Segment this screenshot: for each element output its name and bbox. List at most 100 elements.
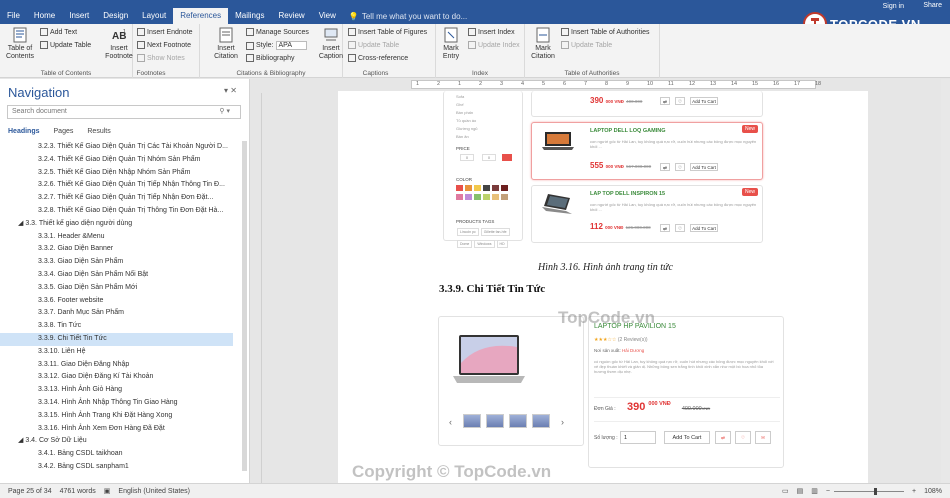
product-card-3: LAP TOP DELL INSPIRON 15 New con người g… (531, 185, 763, 243)
update-index-button[interactable]: Update Index (468, 41, 520, 49)
filter-item: Sofa (456, 94, 465, 99)
status-page-count[interactable]: Page 25 of 34 (8, 488, 52, 495)
nav-heading-item[interactable]: 3.2.4. Thiết Kế Giao Diện Quản Trị Nhóm … (0, 154, 249, 167)
nav-heading-item[interactable]: 3.2.3. Thiết Kế Giao Diện Quản Trị Các T… (0, 141, 249, 154)
document-page[interactable]: Sofa Ghế Bàn phấn Tủ quần áo Giường ngủ Bàn ă… (338, 91, 868, 483)
tab-file[interactable]: File (0, 8, 27, 24)
nav-heading-text: 3.3.8. Tin Tức (38, 322, 82, 330)
tab-design[interactable]: Design (96, 8, 135, 24)
bibliography-button[interactable]: Bibliography (246, 54, 295, 62)
navigation-close-icon[interactable]: ▾ ✕ (224, 86, 237, 95)
nav-heading-text: 3.2.8. Thiết Kế Giao Diện Quản Trị Thông… (38, 206, 224, 214)
nav-tab-headings[interactable]: Headings (8, 128, 40, 135)
nav-heading-item[interactable]: 3.4.2. Bảng CSDL sanpham1 (0, 461, 249, 474)
nav-heading-item[interactable]: ◢ 3.3. Thiết kế giao diện người dùng (0, 218, 249, 231)
proofing-icon[interactable]: ▣ (104, 487, 111, 495)
insert-tof-button[interactable]: Insert Table of Figures (348, 28, 427, 36)
detail-origin: Nơi sản xuất: Hải Dương (594, 348, 644, 353)
tab-insert[interactable]: Insert (62, 8, 96, 24)
nav-heading-text: 3.2.3. Thiết Kế Giao Diện Quản Trị Các T… (38, 143, 228, 150)
tab-mailings[interactable]: Mailings (228, 8, 271, 24)
insert-toa-button[interactable]: Insert Table of Authorities (561, 28, 649, 36)
share-button[interactable]: Share (923, 2, 942, 9)
update-tof-button[interactable]: Update Table (348, 41, 399, 49)
citation-icon (219, 27, 233, 43)
insert-citation-button[interactable]: Insert Citation (208, 27, 244, 61)
detail-origin-label: Nơi sản xuất: (594, 348, 621, 353)
zoom-slider-thumb[interactable] (874, 487, 877, 495)
next-footnote-button[interactable]: Next Footnote (137, 41, 191, 49)
tab-review[interactable]: Review (271, 8, 311, 24)
show-notes-button[interactable]: Show Notes (137, 54, 185, 62)
nav-heading-text: 3.2.6. Thiết Kế Giao Diện Quản Trị Tiếp … (38, 181, 225, 189)
web-layout-icon[interactable]: ▥ (811, 487, 818, 495)
vertical-ruler[interactable] (252, 93, 262, 483)
mark-entry-button[interactable]: Mark Entry (437, 27, 465, 61)
nav-heading-item[interactable]: 3.3.10. Liên Hệ (0, 346, 249, 359)
tab-view[interactable]: View (312, 8, 343, 24)
nav-heading-item[interactable]: 3.3.5. Giao Diện Sản Phẩm Mới (0, 282, 249, 295)
nav-heading-item[interactable]: 3.3.7. Danh Mục Sản Phẩm (0, 307, 249, 320)
thumbnail (532, 414, 550, 428)
horizontal-ruler[interactable]: 1 2 1 2 3 4 5 6 7 8 9 10 11 12 13 14 15 16 17 18 (251, 79, 950, 90)
nav-heading-item[interactable]: 3.3.9. Chi Tiết Tin Tức (0, 332, 233, 346)
zoom-out-icon[interactable]: − (826, 488, 830, 495)
nav-heading-item[interactable]: 3.3.15. Hình Ảnh Trang Khi Đặt Hàng Xong (0, 410, 249, 423)
toc-button[interactable]: Table of Contents (3, 27, 37, 61)
status-language[interactable]: English (United States) (118, 488, 190, 495)
cross-reference-button[interactable]: Cross-reference (348, 54, 408, 62)
nav-heading-item[interactable]: 3.3.2. Giao Diện Banner (0, 243, 249, 256)
nav-heading-item[interactable]: 3.2.5. Thiết Kế Giao Diện Nhập Nhóm Sản … (0, 167, 249, 180)
update-table-button[interactable]: Update Table (40, 41, 91, 49)
nav-heading-item[interactable]: 3.2.6. Thiết Kế Giao Diện Quản Trị Tiếp … (0, 179, 249, 192)
manage-sources-button[interactable]: Manage Sources (246, 28, 309, 36)
update-toa-button[interactable]: Update Table (561, 41, 612, 49)
print-layout-icon[interactable]: ▤ (797, 487, 804, 495)
navigation-search-input[interactable]: Search document ⚲ ▾ (7, 105, 241, 119)
tab-layout[interactable]: Layout (135, 8, 173, 24)
zoom-slider[interactable] (834, 487, 904, 495)
nav-heading-item[interactable]: 3.2.8. Thiết Kế Giao Diện Quản Trị Thông… (0, 205, 249, 218)
style-value[interactable]: APA (275, 41, 308, 50)
nav-heading-item[interactable]: 3.3.13. Hình Ảnh Giỏ Hàng (0, 384, 249, 397)
nav-heading-item[interactable]: 3.3.1. Header &Menu (0, 231, 249, 244)
insert-index-button[interactable]: Insert Index (468, 28, 515, 36)
navigation-scrollbar[interactable] (242, 141, 247, 471)
nav-heading-item[interactable]: 3.3.11. Giao Diện Đăng Nhập (0, 359, 249, 372)
nav-heading-item[interactable]: 3.3.12. Giao Diện Đăng Kí Tài Khoản (0, 371, 249, 384)
style-label: Style: (256, 42, 274, 49)
add-text-button[interactable]: Add Text (40, 28, 77, 36)
nav-heading-item[interactable]: ◢ 3.4. Cơ Sở Dữ Liệu (0, 435, 249, 448)
signin-link[interactable]: Sign in (883, 3, 904, 10)
insert-footnote-button[interactable]: AB 1 Insert Footnote (104, 27, 134, 61)
detail-price-label: Đơn Giá : (594, 406, 616, 412)
nav-heading-item[interactable]: 3.3.3. Giao Diện Sản Phẩm (0, 256, 249, 269)
tab-references[interactable]: References (173, 8, 229, 24)
zoom-in-icon[interactable]: + (912, 488, 916, 495)
insert-caption-button[interactable]: Insert Caption (316, 27, 346, 61)
nav-heading-item[interactable]: 3.3.8. Tin Tức (0, 320, 249, 333)
nav-tab-pages[interactable]: Pages (54, 128, 74, 135)
nav-heading-item[interactable]: 3.3.6. Footer website (0, 295, 249, 308)
status-word-count[interactable]: 4761 words (60, 488, 96, 495)
nav-heading-item[interactable]: 3.3.16. Hình Ảnh Xem Đơn Hàng Đã Đặt (0, 423, 249, 436)
read-mode-icon[interactable]: ▭ (782, 487, 789, 495)
style-select[interactable]: Style: APA (246, 41, 308, 50)
nav-heading-item[interactable]: 3.2.7. Thiết Kế Giao Diện Quản Trị Tiếp … (0, 192, 249, 205)
insert-endnote-button[interactable]: Insert Endnote (137, 28, 193, 36)
color-swatch (474, 194, 481, 200)
nav-tab-results[interactable]: Results (87, 128, 110, 135)
search-icon[interactable]: ⚲ ▾ (219, 107, 230, 115)
cross-reference-icon (348, 54, 356, 62)
color-swatch (501, 185, 508, 191)
show-notes-icon (137, 54, 145, 62)
mark-citation-button[interactable]: Mark Citation (527, 27, 559, 61)
status-zoom[interactable]: 108% (924, 488, 942, 495)
nav-heading-item[interactable]: 3.4.1. Bảng CSDL taikhoan (0, 448, 249, 461)
tof-icon (348, 28, 356, 36)
tell-me-search[interactable]: 💡 Tell me what you want to do... (349, 12, 467, 21)
document-scrollbar[interactable] (941, 79, 950, 483)
tab-home[interactable]: Home (27, 8, 62, 24)
nav-heading-item[interactable]: 3.3.4. Giao Diện Sản Phẩm Nổi Bật (0, 269, 249, 282)
nav-heading-item[interactable]: 3.3.14. Hình Ảnh Nhập Thông Tin Giao Hàn… (0, 397, 249, 410)
